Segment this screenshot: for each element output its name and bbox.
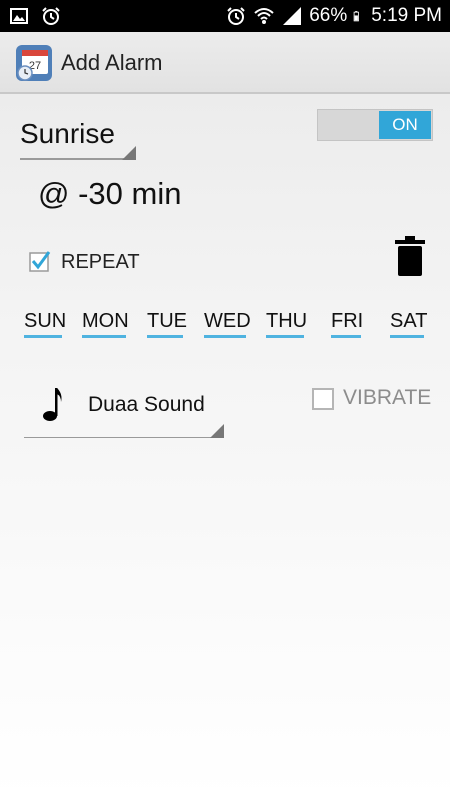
day-fri[interactable]: FRI <box>331 308 363 338</box>
day-selected-indicator <box>204 335 246 338</box>
day-sun[interactable]: SUN <box>24 308 66 338</box>
day-selected-indicator <box>390 335 424 338</box>
day-tue[interactable]: TUE <box>147 308 187 338</box>
sound-label: Duaa Sound <box>88 393 205 416</box>
prayer-spinner[interactable]: Sunrise <box>20 118 136 160</box>
sound-spinner[interactable]: Duaa Sound <box>24 378 224 438</box>
toggle-on-label: ON <box>379 111 431 139</box>
prayer-label: Sunrise <box>20 118 115 149</box>
day-selected-indicator <box>331 335 361 338</box>
day-wed[interactable]: WED <box>204 308 251 338</box>
day-sat[interactable]: SAT <box>390 308 427 338</box>
wifi-icon <box>254 8 274 24</box>
dropdown-corner-icon <box>210 424 224 438</box>
day-selected-indicator <box>266 335 304 338</box>
page-title: Add Alarm <box>61 50 163 75</box>
signal-icon <box>283 7 302 25</box>
day-thu[interactable]: THU <box>266 308 307 338</box>
status-bar: 66% 5:19 PM <box>0 0 450 32</box>
vibrate-label: VIBRATE <box>343 386 432 409</box>
image-icon <box>10 8 28 24</box>
day-mon[interactable]: MON <box>82 308 129 338</box>
battery-percent: 66% <box>309 5 348 26</box>
action-bar: 27 Add Alarm <box>0 32 450 94</box>
trash-icon[interactable] <box>394 236 426 276</box>
battery-icon <box>353 11 360 22</box>
day-selected-indicator <box>82 335 126 338</box>
status-time: 5:19 PM <box>371 5 442 26</box>
calendar-clock-icon[interactable]: 27 <box>14 43 54 83</box>
dropdown-corner-icon <box>122 146 136 160</box>
spinner-underline <box>24 437 224 438</box>
weekday-selector: SUN MON TUE WED THU FRI SAT <box>0 308 450 342</box>
vibrate-checkbox[interactable] <box>312 388 334 410</box>
alarm-enabled-toggle[interactable]: ON <box>317 109 433 141</box>
day-selected-indicator <box>24 335 62 338</box>
alarm-icon <box>227 7 245 25</box>
day-selected-indicator <box>147 335 183 338</box>
music-note-icon <box>43 388 62 421</box>
offset-text[interactable]: @ -30 min <box>38 176 181 212</box>
alarm-icon <box>42 7 60 25</box>
repeat-label: REPEAT <box>61 251 140 273</box>
repeat-checkbox[interactable] <box>29 250 51 272</box>
spinner-underline <box>20 158 136 160</box>
